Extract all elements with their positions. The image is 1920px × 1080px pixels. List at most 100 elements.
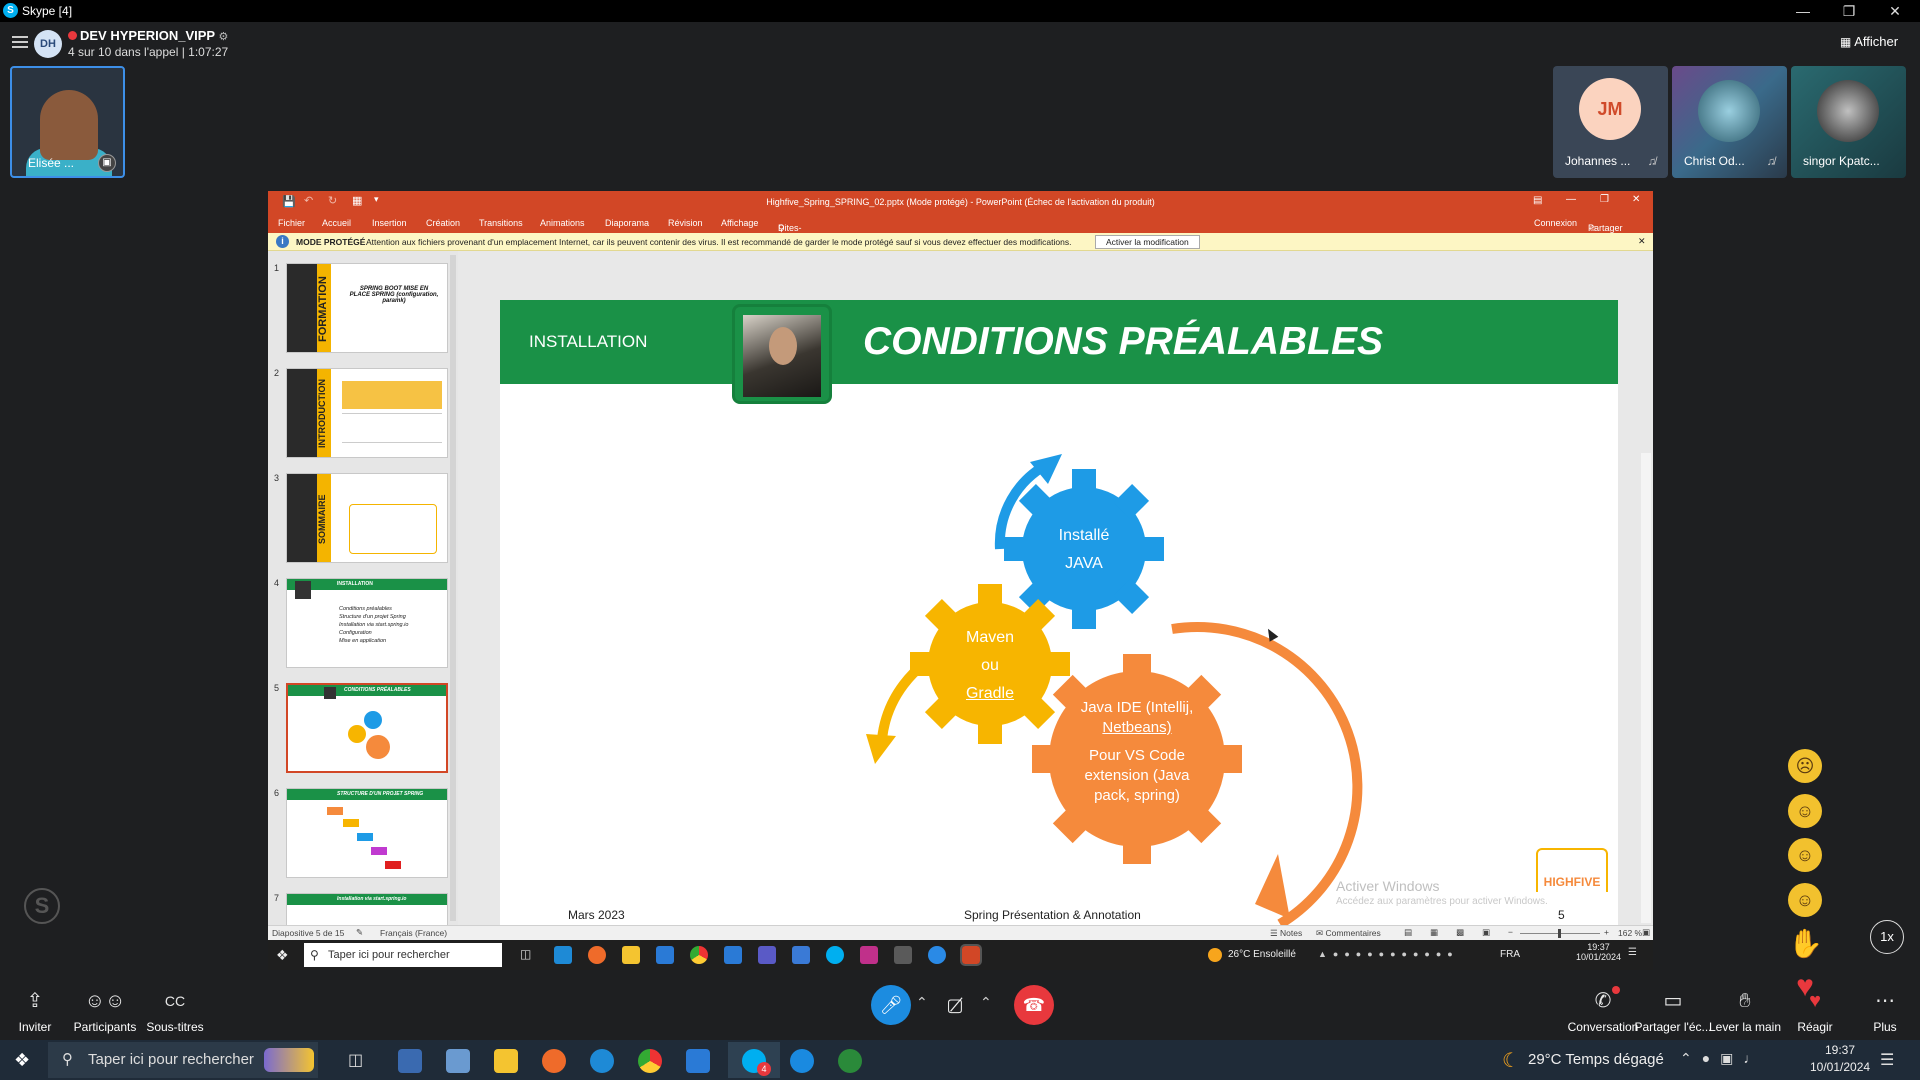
system-tray-icons[interactable]: ⌃●▣♩ <box>1680 1050 1767 1067</box>
slideshow-view-icon[interactable]: ▣ <box>1482 927 1490 938</box>
firefox-icon[interactable] <box>588 946 606 964</box>
emoji-smile-icon[interactable]: ☺ <box>1788 883 1822 917</box>
app-icon[interactable] <box>894 946 912 964</box>
subtitles-button[interactable]: CC Sous-titres <box>130 988 220 1034</box>
tab-insertion[interactable]: Insertion <box>372 218 407 228</box>
file-explorer-icon[interactable] <box>622 946 640 964</box>
windows-start-button[interactable]: ❖ <box>14 1050 30 1071</box>
slide-thumbnail-3[interactable]: SOMMAIRE <box>286 473 448 563</box>
tab-fichier[interactable]: Fichier <box>278 218 305 228</box>
zoom-out-button[interactable]: − <box>1508 927 1513 937</box>
vscode-icon[interactable] <box>724 946 742 964</box>
shared-lang[interactable]: FRA <box>1500 949 1520 960</box>
menu-icon[interactable] <box>12 36 28 48</box>
task-view-button[interactable]: ◫ <box>348 1050 363 1070</box>
minimize-button[interactable]: — <box>1780 0 1826 22</box>
shared-clock[interactable]: 19:37 10/01/2024 <box>1576 942 1621 962</box>
restore-button[interactable]: ❐ <box>1826 0 1872 22</box>
reading-view-icon[interactable]: ▩ <box>1456 927 1464 938</box>
tab-affichage[interactable]: Affichage <box>721 218 758 228</box>
slide-thumbnail-1[interactable]: FORMATION SPRING BOOT MISE EN PLACE SPRI… <box>286 263 448 353</box>
thumbs-up-icon[interactable]: ✋ <box>1788 927 1823 961</box>
app-icon[interactable] <box>790 1049 814 1073</box>
os-search-box[interactable]: ⚲ Taper ici pour rechercher <box>48 1042 318 1078</box>
tab-creation[interactable]: Création <box>426 218 460 228</box>
security-icon[interactable] <box>792 946 810 964</box>
shared-weather[interactable]: 26°C Ensoleillé <box>1228 949 1296 960</box>
calculator-icon[interactable] <box>398 1049 422 1073</box>
slide-thumbnail-5-selected[interactable]: CONDITIONS PRÉALABLES <box>286 683 448 773</box>
notes-button[interactable]: ☰ Notes <box>1270 928 1302 939</box>
emoji-sad-icon[interactable]: ☹ <box>1788 749 1822 783</box>
notepad-icon[interactable] <box>446 1049 470 1073</box>
task-view-icon[interactable]: ◫ <box>520 947 531 961</box>
tab-revision[interactable]: Révision <box>668 218 703 228</box>
group-avatar[interactable]: DH <box>34 30 62 58</box>
emoji-surprised-icon[interactable]: ☺ <box>1788 794 1822 828</box>
sorter-view-icon[interactable]: ▦ <box>1430 927 1438 938</box>
firefox-icon[interactable] <box>542 1049 566 1073</box>
spellcheck-icon[interactable]: ✎ <box>356 927 363 938</box>
vscode-icon[interactable] <box>686 1049 710 1073</box>
language-indicator[interactable]: Français (France) <box>380 928 447 938</box>
windows-start-icon[interactable]: ❖ <box>276 947 289 964</box>
connexion-link[interactable]: Connexion <box>1534 218 1577 228</box>
fit-slide-icon[interactable]: ▣ <box>1642 927 1650 938</box>
tab-animations[interactable]: Animations <box>540 218 585 228</box>
zoom-slider-thumb[interactable] <box>1558 929 1561 938</box>
normal-view-icon[interactable]: ▤ <box>1404 927 1412 938</box>
os-weather[interactable]: 29°C Temps dégagé <box>1528 1051 1664 1068</box>
participant-tile[interactable]: Christ Od... ♫̸ <box>1672 66 1787 178</box>
tray-icons[interactable]: ▲●●●●●●●●●●● <box>1318 949 1459 959</box>
enable-editing-button[interactable]: Activer la modification <box>1095 235 1200 249</box>
app-icon[interactable] <box>838 1049 862 1073</box>
app-icon[interactable] <box>860 946 878 964</box>
end-call-button[interactable]: ☎ <box>1014 985 1054 1025</box>
participant-tile[interactable]: JM Johannes ... ♫̸ <box>1553 66 1668 178</box>
self-video-tile[interactable]: Elisée ... ▣ <box>10 66 125 178</box>
zoom-in-button[interactable]: + <box>1604 927 1609 937</box>
settings-gear-icon[interactable]: ⚙ <box>219 31 229 43</box>
participant-tile[interactable]: singor Kpatc... <box>1791 66 1906 178</box>
tab-accueil[interactable]: Accueil <box>322 218 351 228</box>
speed-button[interactable]: 1x <box>1870 920 1904 954</box>
editor-scrollbar[interactable] <box>1641 453 1651 923</box>
edge-icon[interactable] <box>590 1049 614 1073</box>
mic-options-icon[interactable]: ⌃ <box>916 994 928 1011</box>
screen-share-icon[interactable]: ▣ <box>98 154 116 172</box>
action-center-icon[interactable]: ☰ <box>1880 1050 1894 1070</box>
close-button[interactable]: ✕ <box>1872 0 1918 22</box>
show-button[interactable]: ▦ Afficher <box>1840 34 1898 49</box>
zoom-level[interactable]: 162 % <box>1618 928 1642 938</box>
ppt-restore-button[interactable]: ❐ <box>1600 194 1609 205</box>
ppt-minimize-button[interactable]: — <box>1566 194 1576 205</box>
video-options-icon[interactable]: ⌃ <box>980 994 992 1011</box>
teams-icon[interactable] <box>758 946 776 964</box>
tab-transitions[interactable]: Transitions <box>479 218 523 228</box>
slide-thumbnail-2[interactable]: INTRODUCTION <box>286 368 448 458</box>
ppt-close-button[interactable]: ✕ <box>1632 194 1640 205</box>
emoji-laugh-icon[interactable]: ☺ <box>1788 838 1822 872</box>
notification-icon[interactable]: ☰ <box>1628 947 1637 958</box>
more-button[interactable]: ⋯ Plus <box>1840 988 1920 1034</box>
skype-small-icon[interactable] <box>826 946 844 964</box>
os-clock[interactable]: 19:37 10/01/2024 <box>1810 1043 1870 1074</box>
edge-icon[interactable] <box>554 946 572 964</box>
ribbon-options-icon[interactable]: ▤ <box>1533 195 1542 206</box>
group-name[interactable]: DEV HYPERION_VIPP ⚙ <box>68 28 228 43</box>
close-bar-icon[interactable]: ✕ <box>1638 236 1646 247</box>
chrome-icon[interactable] <box>638 1049 662 1073</box>
powerpoint-icon[interactable] <box>960 944 982 966</box>
shared-search-box[interactable]: ⚲ Taper ici pour rechercher <box>304 943 502 967</box>
video-button[interactable]: ▢̸ <box>935 985 975 1025</box>
slide-thumbnail-6[interactable]: STRUCTURE D'UN PROJET SPRING <box>286 788 448 878</box>
mail-icon[interactable] <box>656 946 674 964</box>
comments-button[interactable]: ✉ Commentaires <box>1316 928 1381 939</box>
mic-button[interactable]: 🎤︎ <box>871 985 911 1025</box>
tab-diaporama[interactable]: Diaporama <box>605 218 649 228</box>
app-icon[interactable] <box>928 946 946 964</box>
slide-thumbnail-4[interactable]: INSTALLATION Conditions préalables Struc… <box>286 578 448 668</box>
thumbs-scrollbar[interactable] <box>450 255 456 921</box>
chrome-icon[interactable] <box>690 946 708 964</box>
file-explorer-icon[interactable] <box>494 1049 518 1073</box>
